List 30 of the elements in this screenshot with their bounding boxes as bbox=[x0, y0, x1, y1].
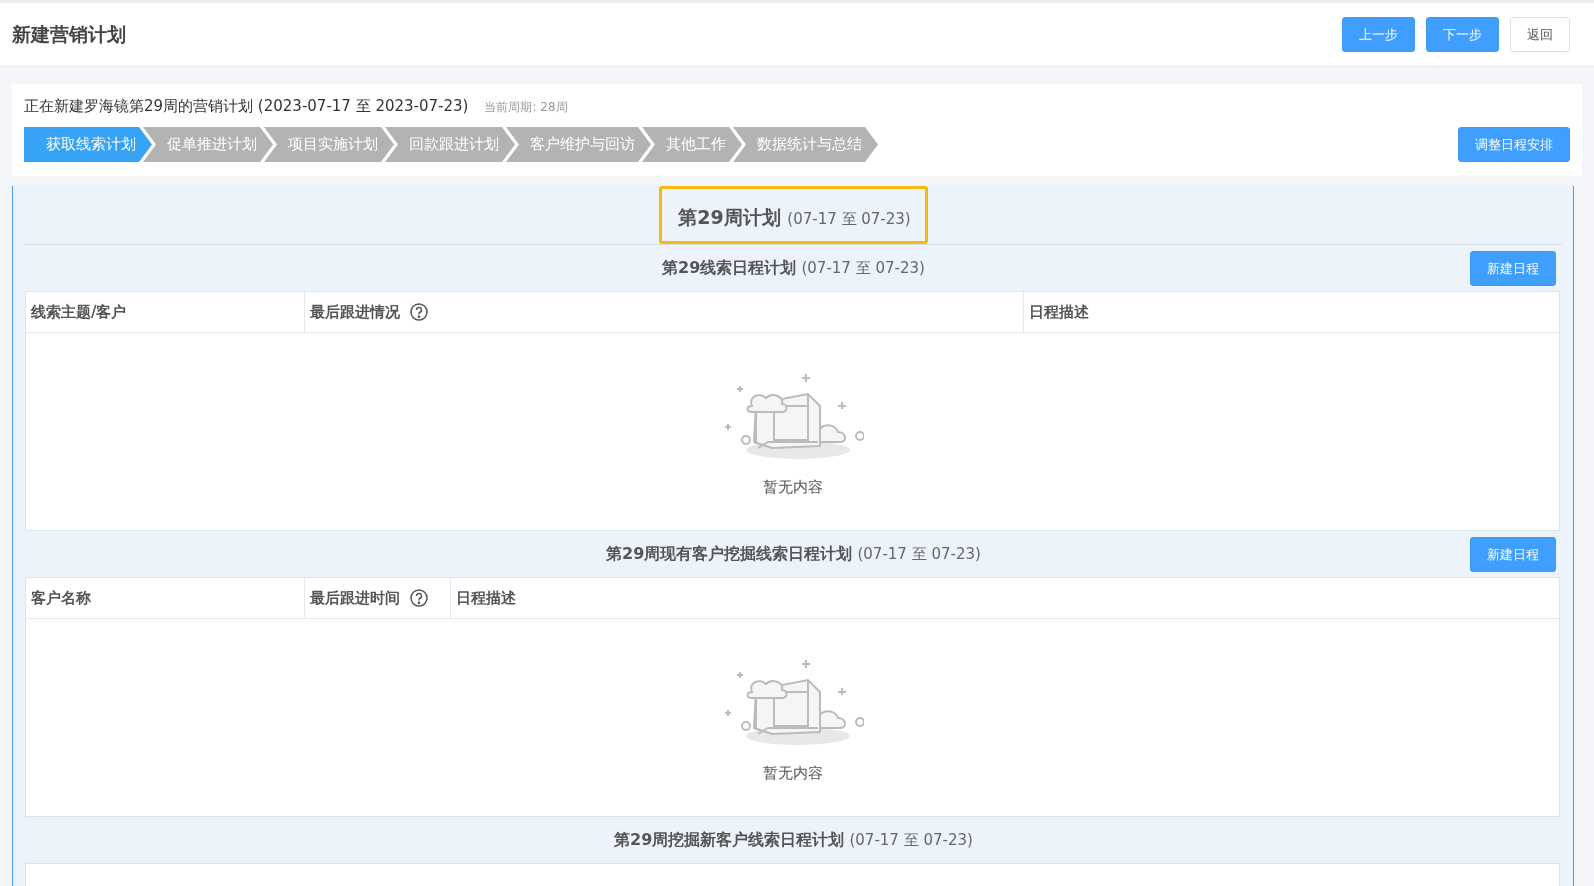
column-label: 最后跟进时间 bbox=[310, 588, 400, 608]
plan-description: 正在新建罗海镜第29周的营销计划 (2023-07-17 至 2023-07-23) bbox=[24, 97, 469, 116]
section-title: 第29周现有客户挖掘线索日程计划 (07-17 至 07-23) bbox=[606, 543, 981, 565]
help-icon[interactable] bbox=[410, 589, 428, 607]
step-tab[interactable]: 获取线索计划 bbox=[24, 127, 152, 162]
empty-text: 暂无内容 bbox=[762, 764, 823, 783]
section-title: 第29周挖掘新客户线索日程计划 (07-17 至 07-23) bbox=[614, 829, 973, 851]
new-schedule-button[interactable]: 新建日程 bbox=[1470, 537, 1556, 572]
section-title: 第29线索日程计划 (07-17 至 07-23) bbox=[662, 257, 925, 279]
new-schedule-button[interactable]: 新建日程 bbox=[1470, 251, 1556, 286]
week-title: 第29周计划 (07-17 至 07-23) bbox=[659, 186, 928, 244]
step-tab[interactable]: 其他工作 bbox=[642, 127, 742, 162]
column-label: 线索主题/客户 bbox=[31, 302, 127, 322]
step-tab[interactable]: 回款跟进计划 bbox=[385, 127, 515, 162]
back-button[interactable]: 上一步 bbox=[1342, 17, 1415, 52]
empty-text: 暂无内容 bbox=[762, 478, 823, 497]
column-label: 日程描述 bbox=[1029, 302, 1089, 322]
return-button[interactable]: 返回 bbox=[1510, 17, 1570, 52]
step-tab[interactable]: 客户维护与回访 bbox=[506, 127, 651, 162]
page-title: 新建营销计划 bbox=[12, 21, 126, 47]
step-tab[interactable]: 数据统计与总结 bbox=[733, 127, 878, 162]
current-period: 当前周期: 28周 bbox=[484, 99, 568, 116]
column-label: 日程描述 bbox=[456, 588, 516, 608]
step-tab[interactable]: 促单推进计划 bbox=[143, 127, 273, 162]
step-tab[interactable]: 项目实施计划 bbox=[264, 127, 394, 162]
help-icon[interactable] bbox=[410, 303, 428, 321]
column-label: 最后跟进情况 bbox=[310, 302, 400, 322]
next-button[interactable]: 下一步 bbox=[1426, 17, 1499, 52]
adjust-schedule-button[interactable]: 调整日程安排 bbox=[1458, 127, 1570, 162]
column-label: 客户名称 bbox=[31, 588, 91, 608]
